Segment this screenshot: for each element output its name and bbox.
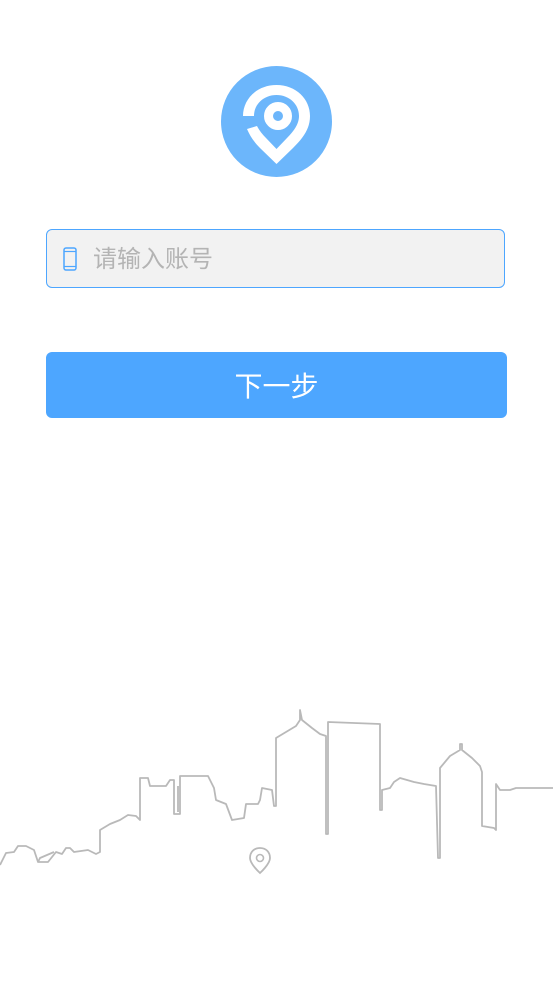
next-button[interactable]: 下一步	[46, 352, 507, 418]
app-logo-icon	[221, 66, 332, 177]
account-field[interactable]	[46, 229, 505, 288]
city-skyline-illustration	[0, 709, 553, 875]
phone-icon	[63, 246, 77, 271]
account-input[interactable]	[93, 230, 504, 287]
login-screen: 下一步	[0, 0, 553, 983]
location-pin-icon	[249, 847, 271, 875]
